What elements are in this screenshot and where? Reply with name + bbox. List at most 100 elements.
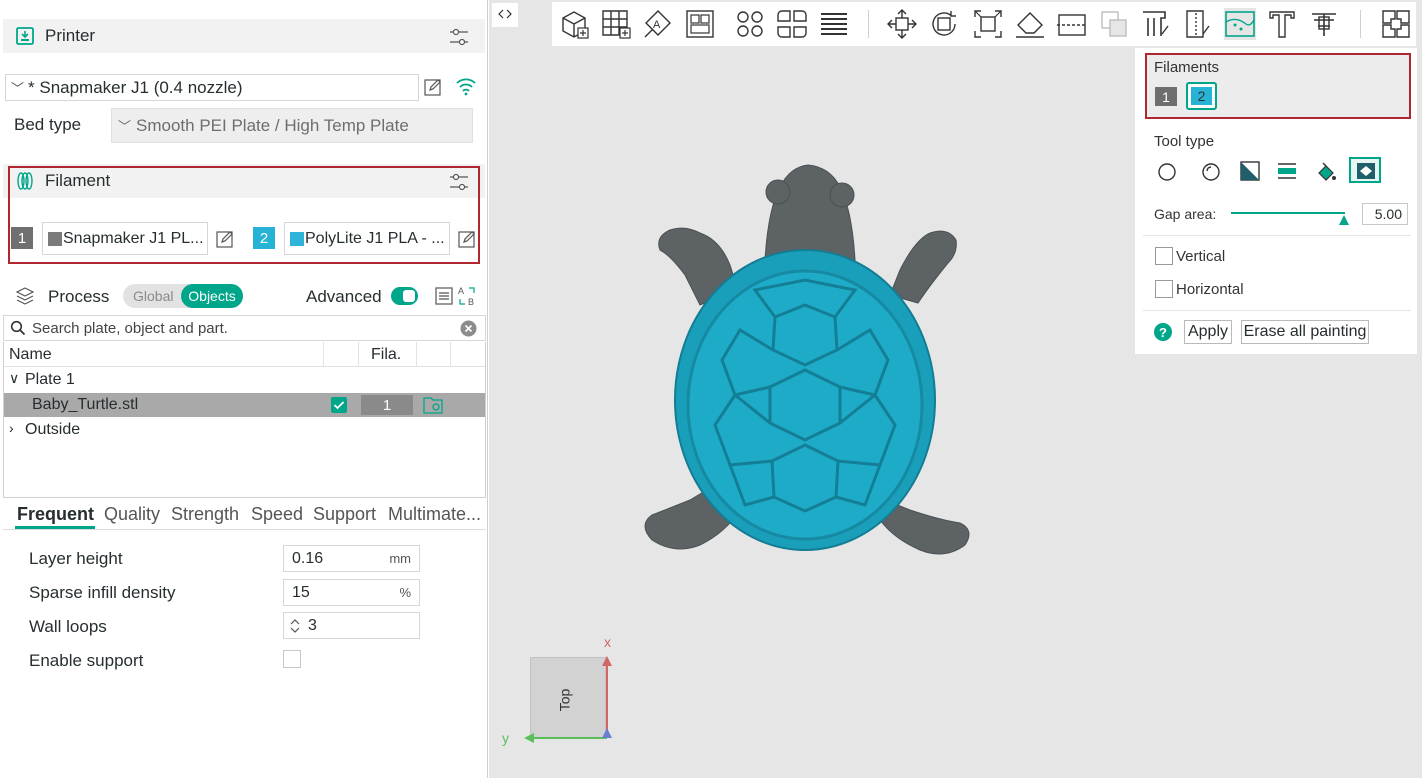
table-row[interactable]: Baby_Turtle.stl 1 [4,393,485,417]
tab-strength[interactable]: Strength [171,504,239,525]
lay-on-face-icon[interactable] [1014,8,1046,40]
erase-all-painting-button[interactable]: Erase all painting [1241,320,1369,344]
tab-support[interactable]: Support [313,504,376,525]
object-search[interactable]: Search plate, object and part. [3,315,486,341]
wifi-icon[interactable] [455,76,477,96]
filament-2-swatch [290,231,304,246]
compare-presets-icon[interactable] [434,286,454,306]
paint-filament-2-frame[interactable]: 2 [1186,82,1217,110]
rotate-icon[interactable] [928,8,960,40]
gap-fill-tool-button[interactable] [1349,157,1381,183]
layer-height-field[interactable]: 0.16 mm [283,545,420,572]
tab-speed[interactable]: Speed [251,504,303,525]
assembly-view-icon[interactable] [1380,8,1412,40]
wall-loops-stepper[interactable]: 3 [283,612,420,639]
cut-icon[interactable] [1056,8,1088,40]
bed-type-select[interactable]: ﹀ Smooth PEI Plate / High Temp Plate [111,108,473,143]
collapse-chevrons-icon [498,9,512,19]
printer-select[interactable]: ﹀ * Snapmaker J1 (0.4 nozzle) [5,74,419,101]
spin-arrows-icon[interactable] [288,616,302,636]
toggle-objects[interactable]: Objects [181,284,243,308]
toolbar-divider [1360,10,1361,38]
boolean-icon[interactable] [1098,8,1130,40]
paint-filament-1[interactable]: 1 [1155,87,1177,106]
layers-editing-icon[interactable] [818,8,850,40]
printer-settings-icon[interactable] [449,27,469,47]
apply-button[interactable]: Apply [1184,320,1232,344]
sync-presets-icon[interactable]: A B [457,285,477,307]
seam-painting-icon[interactable] [1182,8,1214,40]
color-painting-icon[interactable] [1224,8,1256,40]
advanced-switch[interactable] [391,287,418,305]
plate-name: Plate 1 [25,371,75,388]
search-icon [10,320,26,336]
split-parts-icon[interactable] [776,8,808,40]
global-objects-toggle[interactable]: Global Objects [123,284,243,308]
object-settings-icon[interactable] [423,396,443,414]
measure-icon[interactable] [1308,8,1340,40]
search-placeholder: Search plate, object and part. [32,319,228,337]
layer-height-unit: mm [389,551,411,566]
edit-filament-2-icon[interactable] [457,229,477,249]
x-axis-label: x [604,634,611,650]
toggle-global[interactable]: Global [133,288,173,304]
tab-frequent[interactable]: Frequent [17,504,94,525]
object-list-header: Name Fila. [4,342,485,367]
collapse-sidebar-button[interactable] [492,3,518,27]
filament-2-select[interactable]: PolyLite J1 PLA - ... [284,222,450,255]
front-right-flipper [889,230,957,304]
infill-density-field[interactable]: 15 % [283,579,420,606]
triangle-tool-icon[interactable] [1240,161,1260,181]
wall-loops-label: Wall loops [29,617,107,636]
object-visible-checkbox[interactable] [331,397,347,413]
text-tool-icon[interactable] [1266,8,1298,40]
circle-tool-icon[interactable] [1157,162,1177,182]
gap-area-input[interactable]: 5.00 [1362,203,1408,225]
bed-type-label: Bed type [14,115,82,134]
arrange-icon[interactable] [684,8,716,40]
tab-multimaterial[interactable]: Multimate... [388,504,481,525]
infill-density-label: Sparse infill density [29,583,176,602]
filament-2-name: PolyLite J1 PLA - ... [305,229,445,247]
app-window: Printer ﹀ * Snapmaker J1 (0.4 nozzle) Be… [0,0,1422,778]
column-name[interactable]: Name [9,346,52,364]
filament-1-select[interactable]: Snapmaker J1 PL... [42,222,208,255]
height-range-tool-icon[interactable] [1277,161,1297,181]
advanced-label: Advanced [306,287,382,306]
clear-search-icon[interactable] [460,320,477,337]
add-plate-icon[interactable] [600,8,632,40]
printer-section-header[interactable]: Printer [3,19,485,53]
split-objects-icon[interactable] [734,8,766,40]
printer-icon [16,27,34,45]
object-filament[interactable]: 1 [361,395,413,415]
add-object-icon[interactable] [558,8,590,40]
sidebar: Printer ﹀ * Snapmaker J1 (0.4 nozzle) Be… [0,0,488,778]
outside-row[interactable]: › Outside [4,418,485,442]
chevron-down-icon[interactable]: ∨ [9,370,19,387]
plate-row[interactable]: ∨ Plate 1 [4,368,485,392]
infill-density-unit: % [399,585,411,600]
fill-bucket-tool-icon[interactable] [1315,161,1337,183]
sphere-tool-icon[interactable] [1201,162,1221,182]
turtle-model[interactable] [630,155,980,565]
gap-area-label: Gap area: [1154,206,1217,222]
column-fila[interactable]: Fila. [371,346,401,364]
chevron-right-icon[interactable]: › [9,420,14,436]
tab-quality[interactable]: Quality [104,504,160,525]
gap-area-slider[interactable] [1231,212,1345,214]
vertical-checkbox[interactable] [1155,247,1173,265]
move-icon[interactable] [886,8,918,40]
slider-thumb[interactable] [1338,214,1350,226]
horizontal-checkbox[interactable] [1155,280,1173,298]
filaments-label: Filaments [1154,59,1220,76]
enable-support-checkbox[interactable] [283,650,301,668]
support-painting-icon[interactable] [1140,8,1172,40]
paint-filament-2[interactable]: 2 [1191,87,1212,105]
edit-printer-icon[interactable] [423,77,443,97]
scale-icon[interactable] [972,8,1004,40]
auto-orient-icon[interactable]: A [642,8,674,40]
left-eye [765,179,791,205]
help-icon[interactable]: ? [1154,323,1172,341]
edit-filament-1-icon[interactable] [215,229,235,249]
color-painting-panel: Filaments 1 2 Tool type Gap area: 5.00 V… [1135,48,1417,354]
